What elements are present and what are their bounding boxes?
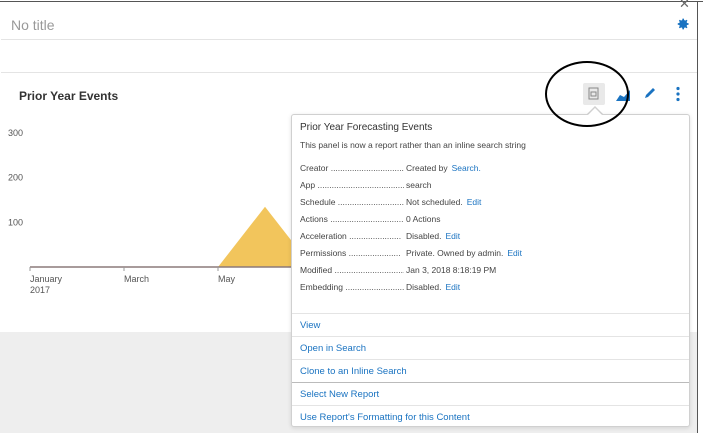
x-tick-label: March (124, 274, 149, 284)
embedding-edit-link[interactable]: Edit (445, 282, 460, 292)
meta-key: App ....................................… (300, 180, 404, 190)
meta-value: Not scheduled. Edit (406, 197, 482, 207)
area-series (30, 206, 300, 267)
popover-subtitle: This panel is now a report rather than a… (300, 140, 526, 150)
x-tick-label-year: 2017 (30, 285, 50, 295)
action-view[interactable]: View (292, 313, 689, 336)
x-tick-label: January (30, 274, 63, 284)
x-tick-label: May (218, 274, 236, 284)
schedule-edit-link[interactable]: Edit (467, 197, 482, 207)
permissions-edit-link[interactable]: Edit (507, 248, 522, 258)
meta-key: Embedding .......................... (300, 282, 404, 292)
dashboard-title[interactable]: No title (11, 17, 55, 33)
meta-key: Actions ................................… (300, 214, 404, 224)
creator-link[interactable]: Search. (452, 163, 481, 173)
y-tick-label: 100 (8, 217, 23, 227)
action-label: Use Report's Formatting for this Content (300, 412, 470, 423)
meta-schedule: Schedule .............................. … (300, 197, 680, 211)
action-select-new-report[interactable]: Select New Report (292, 382, 689, 405)
meta-value: Private. Owned by admin. Edit (406, 248, 522, 258)
area-chart: 100 200 300 January2017 March May (8, 128, 300, 295)
meta-value: Disabled. Edit (406, 231, 461, 241)
meta-value: search (406, 180, 432, 190)
meta-key: Creator ................................… (300, 163, 404, 173)
y-tick-label: 200 (8, 173, 23, 183)
meta-acceleration: Acceleration ...................... Disa… (300, 231, 680, 245)
action-label: Select New Report (300, 389, 380, 400)
dashboard-header: No title (1, 4, 697, 40)
action-label: View (300, 320, 321, 331)
meta-value: Disabled. Edit (406, 282, 461, 292)
y-tick-label: 300 (8, 128, 23, 138)
meta-key: Permissions ...................... (300, 248, 401, 258)
meta-actions: Actions ................................… (300, 214, 680, 228)
action-label: Open in Search (300, 343, 367, 354)
popover-title: Prior Year Forecasting Events (300, 122, 433, 133)
meta-embedding: Embedding .......................... Dis… (300, 282, 680, 296)
gear-icon[interactable] (676, 17, 690, 31)
meta-value: Created by Search. (406, 163, 481, 173)
meta-value: 0 Actions (406, 214, 441, 224)
action-open-in-search[interactable]: Open in Search (292, 336, 689, 359)
meta-value: Jan 3, 2018 8:18:19 PM (406, 265, 497, 275)
report-info-popover: Prior Year Forecasting Events This panel… (291, 114, 690, 427)
meta-creator: Creator ................................… (300, 163, 680, 177)
action-use-report-formatting[interactable]: Use Report's Formatting for this Content (292, 405, 689, 428)
window-right-border (697, 1, 698, 433)
action-label: Clone to an Inline Search (300, 366, 407, 377)
meta-key: Modified .............................. (300, 265, 404, 275)
kebab-icon[interactable] (675, 86, 681, 102)
panel-title: Prior Year Events (19, 89, 119, 103)
meta-permissions: Permissions ...................... Priva… (300, 248, 680, 262)
meta-key: Schedule .............................. (300, 197, 404, 207)
meta-app: App ....................................… (300, 180, 680, 194)
pencil-icon[interactable] (643, 87, 656, 100)
meta-modified: Modified .............................. … (300, 265, 680, 279)
action-clone-inline[interactable]: Clone to an Inline Search (292, 359, 689, 382)
window-top-border (0, 1, 703, 2)
highlight-ellipse (545, 61, 629, 127)
acceleration-edit-link[interactable]: Edit (445, 231, 460, 241)
meta-key: Acceleration ...................... (300, 231, 402, 241)
